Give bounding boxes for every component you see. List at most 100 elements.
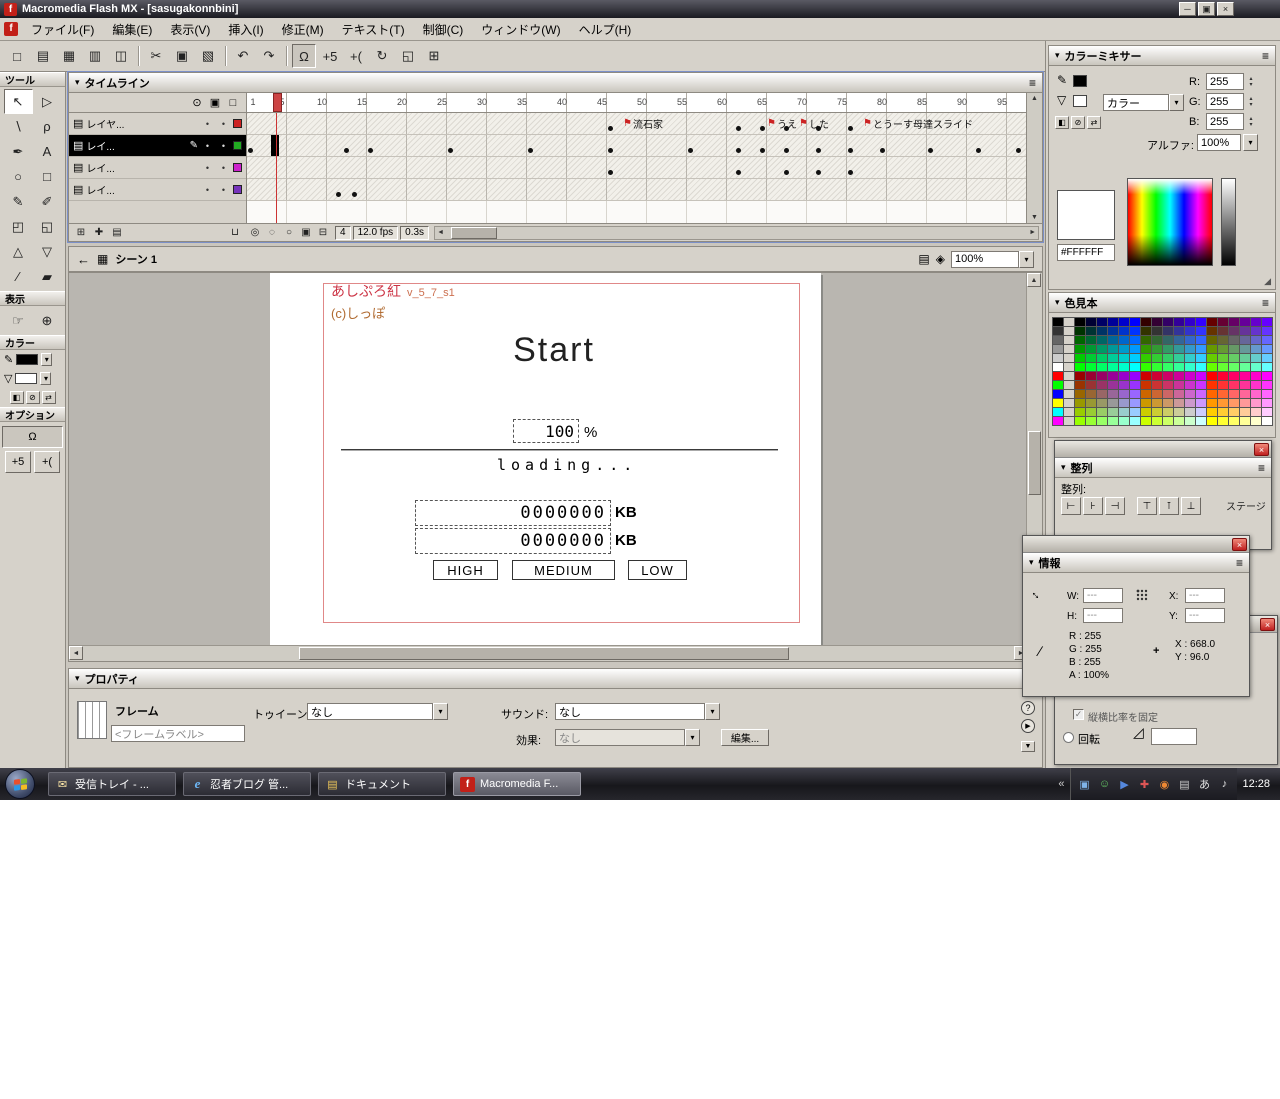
tools-panel-header[interactable]: ツール bbox=[0, 72, 65, 87]
swatch[interactable] bbox=[1086, 354, 1096, 362]
brightness-bar[interactable] bbox=[1221, 178, 1236, 266]
swatch[interactable] bbox=[1207, 417, 1217, 425]
swatch[interactable] bbox=[1174, 417, 1184, 425]
playhead[interactable] bbox=[273, 93, 282, 112]
menu-item[interactable]: 制御(C) bbox=[414, 18, 473, 41]
swatch[interactable] bbox=[1196, 336, 1206, 344]
menu-item[interactable]: ファイル(F) bbox=[22, 18, 103, 41]
swatch[interactable] bbox=[1130, 327, 1140, 335]
align-top-button[interactable]: ⊤ bbox=[1137, 497, 1157, 515]
help-icon[interactable]: ? bbox=[1021, 701, 1035, 715]
kb-loaded-field[interactable]: 0000000 bbox=[415, 500, 611, 526]
swatch[interactable] bbox=[1108, 318, 1118, 326]
lock-layers-icon[interactable]: ▣ bbox=[208, 96, 222, 109]
edit-scene-icon[interactable]: ▤ bbox=[918, 252, 929, 266]
straighten-icon[interactable]: +( bbox=[344, 44, 368, 68]
redo-icon[interactable]: ↷ bbox=[257, 44, 281, 68]
swatch[interactable] bbox=[1174, 408, 1184, 416]
movie-copyright-text[interactable]: (c)しっぽ bbox=[331, 303, 385, 322]
scroll-right-icon[interactable]: ► bbox=[1029, 229, 1036, 236]
swatch[interactable] bbox=[1163, 363, 1173, 371]
back-arrow-icon[interactable]: ← bbox=[77, 252, 90, 267]
swatch[interactable] bbox=[1240, 408, 1250, 416]
swatch[interactable] bbox=[1174, 372, 1184, 380]
swatch[interactable] bbox=[1240, 336, 1250, 344]
swatch[interactable] bbox=[1229, 354, 1239, 362]
swatch[interactable] bbox=[1251, 336, 1261, 344]
taskbar-task-flash[interactable]: f Macromedia F... bbox=[453, 772, 581, 796]
swatch[interactable] bbox=[1229, 372, 1239, 380]
swatch[interactable] bbox=[1229, 417, 1239, 425]
rectangle-tool[interactable]: □ bbox=[33, 164, 62, 189]
swatch[interactable] bbox=[1174, 354, 1184, 362]
swatch[interactable] bbox=[1262, 318, 1272, 326]
expand-collapse-icon[interactable]: ▼ bbox=[1021, 741, 1035, 752]
swatch[interactable] bbox=[1130, 408, 1140, 416]
swatch[interactable] bbox=[1152, 372, 1162, 380]
lasso-tool[interactable]: ρ bbox=[33, 114, 62, 139]
swatch[interactable] bbox=[1130, 399, 1140, 407]
keyframe-dot[interactable] bbox=[784, 170, 789, 175]
swatch[interactable] bbox=[1262, 417, 1272, 425]
swatch[interactable] bbox=[1174, 363, 1184, 371]
swatch[interactable] bbox=[1097, 390, 1107, 398]
swatch[interactable] bbox=[1229, 318, 1239, 326]
swatch[interactable] bbox=[1240, 390, 1250, 398]
movie-title-text[interactable]: あしぷろ紅 v_5_7_s1 bbox=[331, 281, 455, 301]
swatch[interactable] bbox=[1119, 327, 1129, 335]
quality-high-button[interactable]: HIGH bbox=[433, 560, 498, 580]
swatch[interactable] bbox=[1053, 354, 1063, 362]
menu-item[interactable]: 挿入(I) bbox=[219, 18, 272, 41]
swatch[interactable] bbox=[1240, 417, 1250, 425]
quick-reference-icon[interactable]: ▶ bbox=[1021, 719, 1035, 733]
swatches-options-icon[interactable]: ≡ bbox=[1262, 296, 1269, 310]
keyframe-dot[interactable] bbox=[352, 192, 357, 197]
swatch[interactable] bbox=[1064, 408, 1074, 416]
swatch[interactable] bbox=[1053, 399, 1063, 407]
line-tool[interactable]: ∖ bbox=[4, 114, 33, 139]
swatch[interactable] bbox=[1218, 345, 1228, 353]
swatch[interactable] bbox=[1262, 345, 1272, 353]
swatch[interactable] bbox=[1053, 381, 1063, 389]
swatch[interactable] bbox=[1196, 363, 1206, 371]
fill-transform-tool[interactable]: ◱ bbox=[33, 214, 62, 239]
swatch[interactable] bbox=[1119, 399, 1129, 407]
swatch[interactable] bbox=[1086, 408, 1096, 416]
swatch[interactable] bbox=[1130, 372, 1140, 380]
quality-low-button[interactable]: LOW bbox=[628, 560, 687, 580]
swatch[interactable] bbox=[1240, 363, 1250, 371]
x-field[interactable]: --- bbox=[1185, 588, 1225, 603]
swatch[interactable] bbox=[1086, 345, 1096, 353]
swatch[interactable] bbox=[1108, 408, 1118, 416]
swatch[interactable] bbox=[1075, 372, 1085, 380]
swatch[interactable] bbox=[1064, 345, 1074, 353]
layer-visibility-dot[interactable]: • bbox=[201, 163, 214, 173]
r-stepper[interactable]: ▴ ▾ bbox=[1246, 73, 1256, 90]
stage-toggle-label[interactable]: ステージ bbox=[1226, 502, 1268, 513]
info-options-icon[interactable]: ≡ bbox=[1236, 556, 1243, 570]
stage-area[interactable]: あしぷろ紅 v_5_7_s1 (c)しっぽ Start 100 % loading… bbox=[68, 272, 1043, 662]
swatch[interactable] bbox=[1207, 399, 1217, 407]
modify-onion-markers-icon[interactable]: ⊟ bbox=[315, 226, 331, 240]
align-options-icon[interactable]: ≡ bbox=[1258, 461, 1265, 475]
keyframe-dot[interactable] bbox=[248, 148, 253, 153]
swatch[interactable] bbox=[1152, 390, 1162, 398]
swatch[interactable] bbox=[1141, 372, 1151, 380]
swatch[interactable] bbox=[1229, 327, 1239, 335]
swatch[interactable] bbox=[1185, 408, 1195, 416]
layer-outline-color[interactable] bbox=[233, 119, 242, 128]
swatch[interactable] bbox=[1141, 354, 1151, 362]
height-field[interactable]: --- bbox=[1083, 608, 1123, 623]
swatch[interactable] bbox=[1130, 318, 1140, 326]
frame-label-input[interactable]: <フレームラベル> bbox=[111, 725, 245, 742]
keyframe-dot[interactable] bbox=[448, 148, 453, 153]
info-window-titlebar[interactable]: × bbox=[1023, 536, 1249, 553]
frame-row[interactable] bbox=[247, 179, 1028, 201]
swatch[interactable] bbox=[1053, 390, 1063, 398]
menu-item[interactable]: 表示(V) bbox=[161, 18, 219, 41]
swatch[interactable] bbox=[1229, 408, 1239, 416]
swatch[interactable] bbox=[1086, 399, 1096, 407]
swatch[interactable] bbox=[1053, 372, 1063, 380]
swatch[interactable] bbox=[1141, 336, 1151, 344]
keyframe-dot[interactable] bbox=[368, 148, 373, 153]
